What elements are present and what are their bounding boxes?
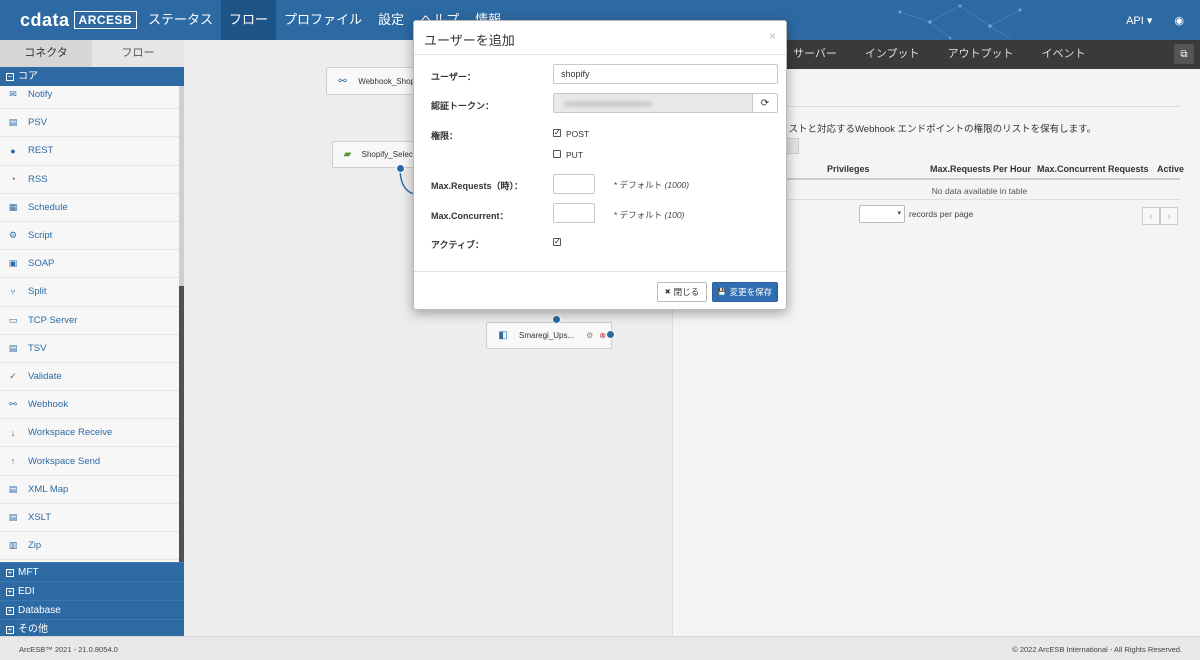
close-button-icon: ✖ xyxy=(664,289,671,296)
check-icon: ✓ xyxy=(554,237,561,246)
token-label: 認証トークン： xyxy=(431,101,495,111)
user-label: ユーザー： xyxy=(431,72,476,82)
hint-text: * デフォルト xyxy=(614,180,663,190)
refresh-token-button[interactable]: ⟳ xyxy=(752,93,778,113)
token-field[interactable] xyxy=(553,93,753,113)
token-value-masked xyxy=(564,101,652,107)
close-button[interactable]: ✖ 閉じる xyxy=(657,282,707,302)
max-requests-label: Max.Requests（時）： xyxy=(431,181,524,191)
save-button-label: 変更を保存 xyxy=(729,287,773,297)
permissions-label: 権限： xyxy=(431,131,459,141)
post-label: POST xyxy=(566,129,590,139)
hint-default: (100) xyxy=(664,210,685,220)
max-requests-hint: * デフォルト (1000) xyxy=(614,179,689,191)
hint-text: * デフォルト xyxy=(614,210,663,220)
put-label: PUT xyxy=(566,150,583,160)
hint-default: (1000) xyxy=(664,180,690,190)
add-user-dialog: ユーザーを追加 × ユーザー： shopify 認証トークン： ⟳ 権限： ✓ … xyxy=(413,20,787,310)
post-checkbox[interactable]: ✓ xyxy=(553,129,561,137)
user-input[interactable]: shopify xyxy=(553,64,778,84)
active-checkbox[interactable]: ✓ xyxy=(553,238,561,246)
max-concurrent-hint: * デフォルト (100) xyxy=(614,209,684,221)
dialog-title: ユーザーを追加 xyxy=(424,33,515,48)
put-checkbox[interactable] xyxy=(553,150,561,158)
max-requests-input[interactable] xyxy=(553,174,595,194)
save-icon: 💾 xyxy=(717,289,727,296)
max-concurrent-input[interactable] xyxy=(553,203,595,223)
active-label: アクティブ： xyxy=(431,240,485,250)
max-concurrent-label: Max.Concurrent： xyxy=(431,211,509,221)
check-icon: ✓ xyxy=(554,128,561,137)
dialog-footer-divider xyxy=(414,271,786,272)
save-button[interactable]: 💾 変更を保存 xyxy=(712,282,778,302)
dialog-header: ユーザーを追加 × xyxy=(414,21,786,55)
close-button-label: 閉じる xyxy=(673,287,700,297)
close-icon[interactable]: × xyxy=(769,29,776,43)
